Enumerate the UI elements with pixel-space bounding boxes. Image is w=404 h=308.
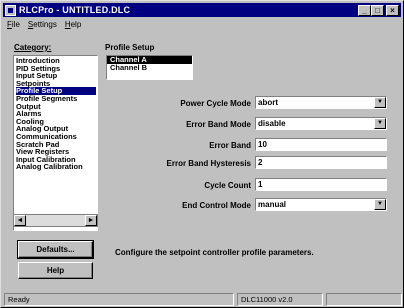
error-band-input[interactable]: 10 xyxy=(255,138,387,151)
scroll-right-icon[interactable]: ► xyxy=(85,215,97,226)
chevron-down-icon[interactable]: ▼ xyxy=(374,199,386,210)
chevron-down-icon[interactable]: ▼ xyxy=(374,97,386,108)
power-cycle-mode-select[interactable]: abort ▼ xyxy=(255,96,387,109)
scroll-track[interactable] xyxy=(26,215,85,226)
category-label: Category: xyxy=(14,43,52,52)
profile-heading: Profile Setup xyxy=(105,43,155,52)
close-button[interactable]: × xyxy=(386,4,399,16)
error-band-mode-select[interactable]: disable ▼ xyxy=(255,117,387,130)
channel-list[interactable]: Channel A Channel B xyxy=(106,55,193,80)
status-text: Ready xyxy=(4,293,234,306)
window-title: RLCPro - UNTITLED.DLC xyxy=(19,5,131,15)
end-control-mode-select[interactable]: manual ▼ xyxy=(255,198,387,211)
cycle-count-label: Cycle Count xyxy=(204,181,251,190)
category-list[interactable]: Introduction PID Settings Input Setup Se… xyxy=(13,55,98,231)
minimize-button[interactable]: _ xyxy=(358,4,371,16)
menu-file[interactable]: File xyxy=(3,20,24,29)
end-control-mode-label: End Control Mode xyxy=(182,201,251,210)
chevron-down-icon[interactable]: ▼ xyxy=(374,118,386,129)
profile-description: Configure the setpoint controller profil… xyxy=(115,248,314,257)
error-band-hysteresis-label: Error Band Hysteresis xyxy=(166,159,251,168)
defaults-button[interactable]: Defaults... xyxy=(17,240,94,259)
end-control-mode-value: manual xyxy=(258,200,287,209)
category-scrollbar[interactable]: ◄ ► xyxy=(13,214,98,227)
error-band-hysteresis-input[interactable]: 2 xyxy=(255,156,387,169)
category-item-analog-calibration[interactable]: Analog Calibration xyxy=(16,163,96,171)
app-icon[interactable] xyxy=(5,4,16,16)
error-band-mode-value: disable xyxy=(258,119,286,128)
status-extra xyxy=(326,293,402,306)
title-bar[interactable]: RLCPro - UNTITLED.DLC _ □ × xyxy=(3,3,401,17)
status-version: DLC11000 v2.0 xyxy=(237,293,323,306)
main-window: RLCPro - UNTITLED.DLC _ □ × File Setting… xyxy=(0,0,404,308)
menu-settings[interactable]: Settings xyxy=(24,20,61,29)
channel-item-b[interactable]: Channel B xyxy=(107,64,192,72)
maximize-button[interactable]: □ xyxy=(371,4,384,16)
power-cycle-mode-label: Power Cycle Mode xyxy=(180,99,251,108)
menu-help[interactable]: Help xyxy=(61,20,85,29)
power-cycle-mode-value: abort xyxy=(258,98,278,107)
error-band-label: Error Band xyxy=(209,141,251,150)
error-band-mode-label: Error Band Mode xyxy=(186,120,251,129)
scroll-left-icon[interactable]: ◄ xyxy=(14,215,26,226)
help-button[interactable]: Help xyxy=(18,262,93,279)
menu-bar: File Settings Help xyxy=(3,18,85,30)
cycle-count-input[interactable]: 1 xyxy=(255,178,387,191)
